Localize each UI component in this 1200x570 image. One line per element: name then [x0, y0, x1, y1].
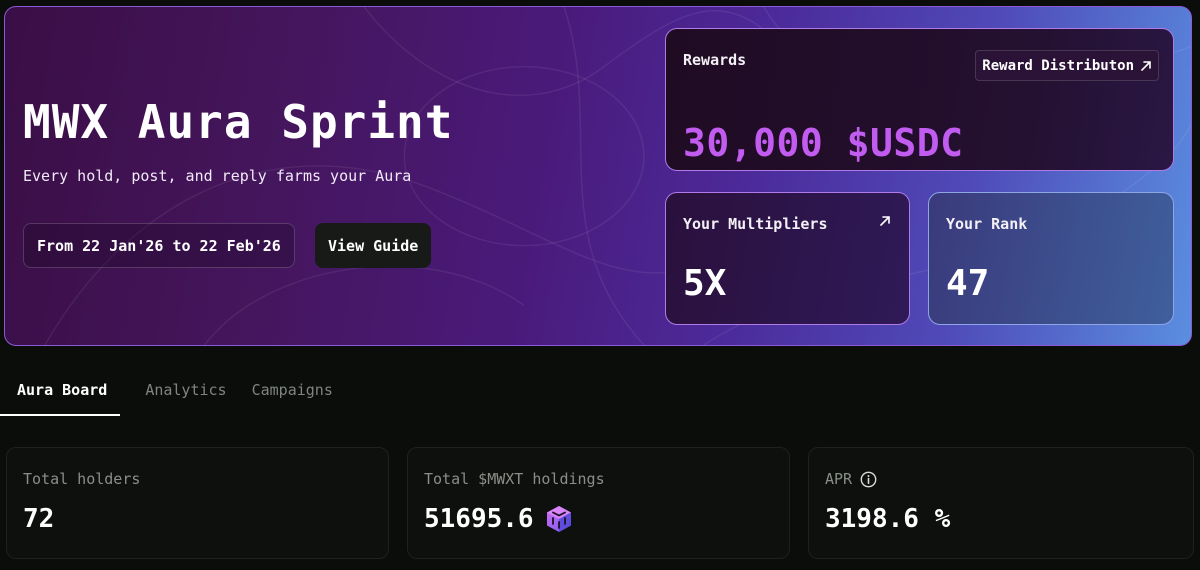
rank-card: Your Rank 47: [928, 192, 1174, 325]
apr-card: APR 3198.6 %: [808, 447, 1194, 559]
stat-value-text: 3198.6 %: [825, 504, 951, 534]
apr-label: APR: [825, 470, 877, 488]
total-holders-value: 72: [23, 504, 54, 534]
view-guide-button[interactable]: View Guide: [315, 223, 432, 268]
multipliers-card[interactable]: Your Multipliers 5X: [665, 192, 910, 325]
hero-banner: MWX Aura Sprint Every hold, post, and re…: [4, 6, 1192, 346]
reward-distribution-button[interactable]: Reward Distributon: [975, 50, 1159, 81]
page-subtitle: Every hold, post, and reply farms your A…: [23, 167, 412, 185]
multipliers-value: 5X: [683, 263, 727, 304]
tab-campaigns[interactable]: Campaigns: [252, 370, 333, 416]
multipliers-label: Your Multipliers: [683, 215, 828, 233]
page-title: MWX Aura Sprint: [23, 95, 454, 149]
total-holdings-value: 51695.6: [424, 504, 574, 534]
tab-analytics[interactable]: Analytics: [145, 370, 226, 416]
stat-value-text: 72: [23, 504, 55, 534]
rewards-card: Rewards Reward Distributon 30,000 $USDC: [665, 28, 1174, 171]
rewards-label: Rewards: [683, 51, 747, 69]
stat-label-text: APR: [825, 470, 853, 488]
tab-aura-board[interactable]: Aura Board: [0, 370, 121, 416]
total-holders-card: Total holders 72: [6, 447, 389, 559]
total-holdings-card: Total $MWXT holdings 51695.6: [407, 447, 790, 559]
stat-label-text: Total $MWXT holdings: [424, 470, 605, 488]
token-cube-icon: [546, 506, 571, 532]
rank-label: Your Rank: [946, 215, 1028, 233]
arrow-up-right-icon[interactable]: [879, 215, 891, 227]
date-range-badge: From 22 Jan'26 to 22 Feb'26: [23, 223, 295, 268]
reward-distribution-label: Reward Distributon: [982, 57, 1134, 74]
tab-bar: Aura Board Analytics Campaigns: [0, 370, 1200, 416]
apr-value: 3198.6 %: [825, 504, 950, 534]
rank-value: 47: [946, 263, 990, 304]
info-icon[interactable]: [860, 471, 877, 488]
stat-value-text: 51695.6: [424, 504, 534, 534]
total-holdings-label: Total $MWXT holdings: [424, 470, 605, 488]
stat-label-text: Total holders: [23, 470, 141, 488]
total-holders-label: Total holders: [23, 470, 140, 488]
rewards-value: 30,000 $USDC: [683, 121, 964, 165]
arrow-up-right-icon: [1141, 60, 1151, 71]
